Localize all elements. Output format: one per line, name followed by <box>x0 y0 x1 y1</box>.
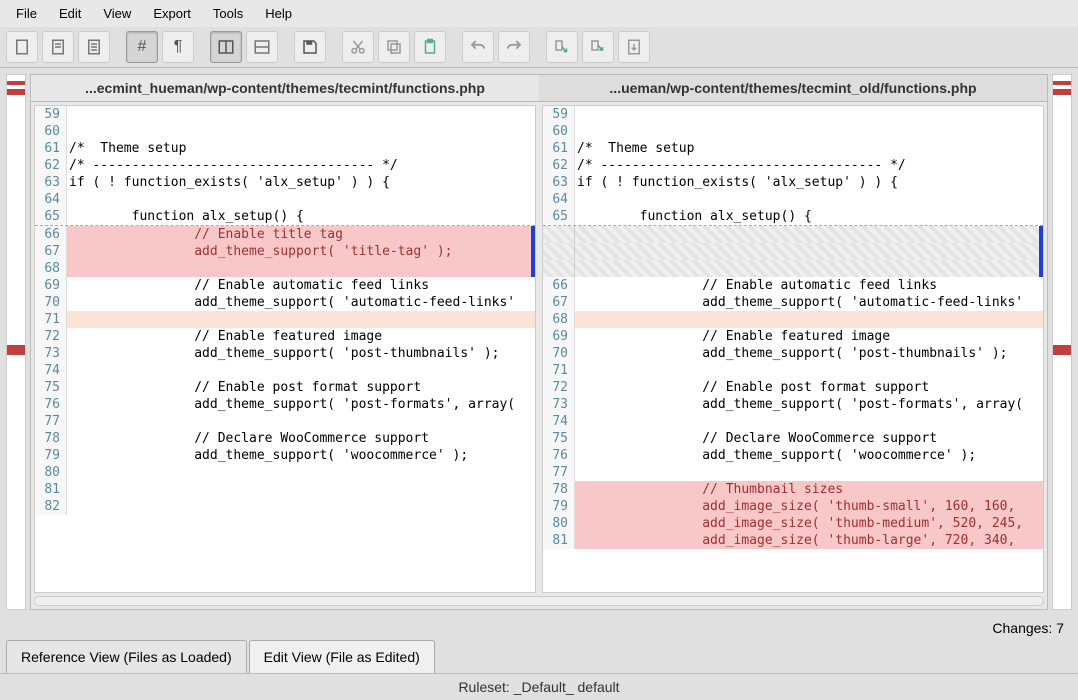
code-line: 69 // Enable featured image <box>543 328 1043 345</box>
merge-right-icon[interactable] <box>582 31 614 63</box>
doc1-icon[interactable] <box>42 31 74 63</box>
code-line: 72 // Enable featured image <box>35 328 535 345</box>
code-line: 77 <box>543 464 1043 481</box>
code-line: 60 <box>543 123 1043 140</box>
code-line: 72 // Enable post format support <box>543 379 1043 396</box>
code-line: 64 <box>35 191 535 208</box>
code-line: 59 <box>35 106 535 123</box>
code-line: 80 add_image_size( 'thumb-medium', 520, … <box>543 515 1043 532</box>
code-line: 71 <box>35 311 535 328</box>
code-line: 77 <box>35 413 535 430</box>
menubar: FileEditViewExportToolsHelp <box>0 0 1078 27</box>
code-line: 82 <box>35 498 535 515</box>
code-line: 79 add_image_size( 'thumb-small', 160, 1… <box>543 498 1043 515</box>
code-line: 62/* -----------------------------------… <box>543 157 1043 174</box>
code-line: 60 <box>35 123 535 140</box>
diff-panes: ...ecmint_hueman/wp-content/themes/tecmi… <box>30 74 1048 610</box>
content-area: ...ecmint_hueman/wp-content/themes/tecmi… <box>0 68 1078 616</box>
pane-left[interactable]: 596061/* Theme setup62/* ---------------… <box>34 105 536 593</box>
code-line: 68 <box>35 260 535 277</box>
footer: Changes: 7 Reference View (Files as Load… <box>0 616 1078 700</box>
menu-file[interactable]: File <box>6 2 47 25</box>
menu-tools[interactable]: Tools <box>203 2 253 25</box>
code-line: 80 <box>35 464 535 481</box>
code-line: 63if ( ! function_exists( 'alx_setup' ) … <box>35 174 535 191</box>
view-tab-0[interactable]: Reference View (Files as Loaded) <box>6 640 247 673</box>
code-line <box>543 226 1043 243</box>
code-line: 73 add_theme_support( 'post-thumbnails' … <box>35 345 535 362</box>
code-line: 66 // Enable title tag <box>35 226 535 243</box>
changes-count: Changes: 7 <box>0 616 1078 640</box>
code-line: 79 add_theme_support( 'woocommerce' ); <box>35 447 535 464</box>
code-line: 65 function alx_setup() { <box>35 208 535 226</box>
view-tab-1[interactable]: Edit View (File as Edited) <box>249 640 435 673</box>
menu-view[interactable]: View <box>93 2 141 25</box>
overview-ruler-right[interactable] <box>1052 74 1072 610</box>
tab-left[interactable]: ...ecmint_hueman/wp-content/themes/tecmi… <box>31 75 539 102</box>
overview-ruler[interactable] <box>6 74 26 610</box>
code-line: 75 // Enable post format support <box>35 379 535 396</box>
code-line: 66 // Enable automatic feed links <box>543 277 1043 294</box>
pilcrow-icon[interactable]: ¶ <box>162 31 194 63</box>
code-line: 67 add_theme_support( 'automatic-feed-li… <box>543 294 1043 311</box>
code-line: 74 <box>543 413 1043 430</box>
split-horizontal-icon[interactable] <box>246 31 278 63</box>
code-line: 61/* Theme setup <box>543 140 1043 157</box>
code-line <box>543 260 1043 277</box>
code-line: 75 // Declare WooCommerce support <box>543 430 1043 447</box>
doc2-icon[interactable] <box>78 31 110 63</box>
code-line: 68 <box>543 311 1043 328</box>
undo-icon[interactable] <box>462 31 494 63</box>
code-line: 78 // Declare WooCommerce support <box>35 430 535 447</box>
cut-icon[interactable] <box>342 31 374 63</box>
code-line: 70 add_theme_support( 'post-thumbnails' … <box>543 345 1043 362</box>
code-line: 61/* Theme setup <box>35 140 535 157</box>
code-line: 78 // Thumbnail sizes <box>543 481 1043 498</box>
merge-left-icon[interactable] <box>546 31 578 63</box>
code-line: 81 add_image_size( 'thumb-large', 720, 3… <box>543 532 1043 549</box>
code-line: 71 <box>543 362 1043 379</box>
toolbar: # ¶ <box>0 27 1078 68</box>
code-line: 81 <box>35 481 535 498</box>
code-line: 59 <box>543 106 1043 123</box>
menu-edit[interactable]: Edit <box>49 2 91 25</box>
redo-icon[interactable] <box>498 31 530 63</box>
tab-right[interactable]: ...ueman/wp-content/themes/tecmint_old/f… <box>539 75 1047 102</box>
code-line: 64 <box>543 191 1043 208</box>
horizontal-scrollbar[interactable] <box>34 596 1044 606</box>
copy-icon[interactable] <box>378 31 410 63</box>
code-line <box>543 243 1043 260</box>
pane-right[interactable]: 596061/* Theme setup62/* ---------------… <box>542 105 1044 593</box>
split-vertical-icon[interactable] <box>210 31 242 63</box>
code-line: 67 add_theme_support( 'title-tag' ); <box>35 243 535 260</box>
code-line: 63if ( ! function_exists( 'alx_setup' ) … <box>543 174 1043 191</box>
menu-export[interactable]: Export <box>143 2 201 25</box>
save-icon[interactable] <box>294 31 326 63</box>
hash-toggle-icon[interactable]: # <box>126 31 158 63</box>
new-icon[interactable] <box>6 31 38 63</box>
code-line: 70 add_theme_support( 'automatic-feed-li… <box>35 294 535 311</box>
code-line: 62/* -----------------------------------… <box>35 157 535 174</box>
code-line: 76 add_theme_support( 'post-formats', ar… <box>35 396 535 413</box>
view-tabs: Reference View (Files as Loaded)Edit Vie… <box>0 640 1078 673</box>
paste-icon[interactable] <box>414 31 446 63</box>
export-icon[interactable] <box>618 31 650 63</box>
file-tabs: ...ecmint_hueman/wp-content/themes/tecmi… <box>31 75 1047 102</box>
code-line: 65 function alx_setup() { <box>543 208 1043 226</box>
code-line: 69 // Enable automatic feed links <box>35 277 535 294</box>
code-line: 76 add_theme_support( 'woocommerce' ); <box>543 447 1043 464</box>
code-line: 73 add_theme_support( 'post-formats', ar… <box>543 396 1043 413</box>
code-line: 74 <box>35 362 535 379</box>
menu-help[interactable]: Help <box>255 2 302 25</box>
status-ruleset: Ruleset: _Default_ default <box>0 673 1078 700</box>
